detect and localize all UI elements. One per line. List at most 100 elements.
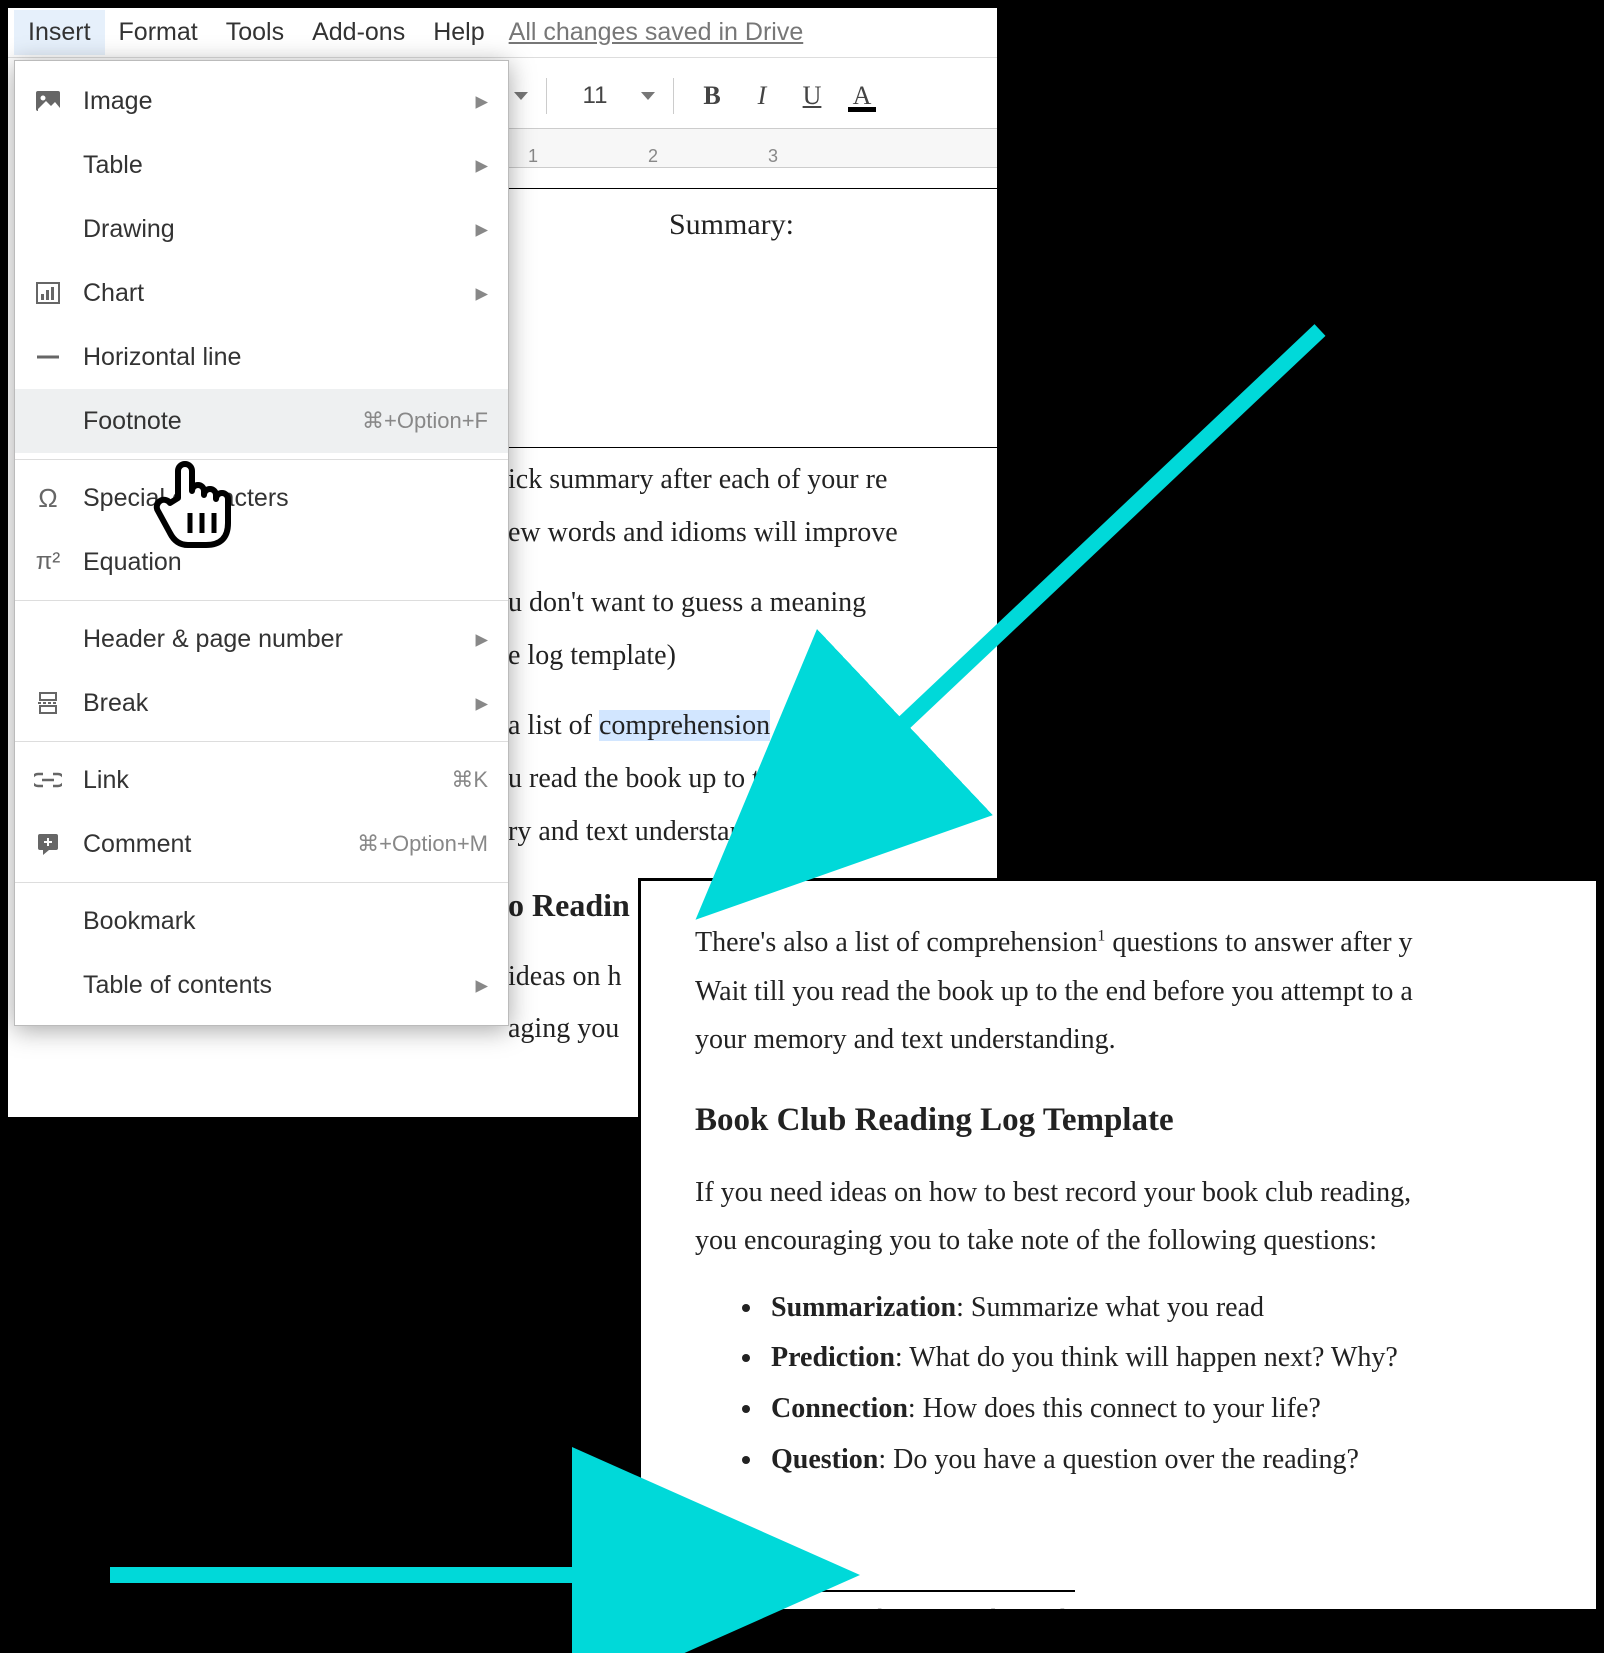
menu-item-label: Bookmark bbox=[83, 907, 488, 936]
doc-heading: Book Club Reading Log Template bbox=[695, 1097, 1596, 1145]
list-item-term: Prediction bbox=[771, 1342, 895, 1373]
menu-tools[interactable]: Tools bbox=[212, 10, 298, 55]
footnote-content: the action or capability of understandin… bbox=[702, 1606, 1209, 1612]
menu-format[interactable]: Format bbox=[105, 10, 212, 55]
ruler-tick: 3 bbox=[768, 146, 778, 167]
comment-icon bbox=[31, 832, 65, 856]
menu-item-label: Horizontal line bbox=[83, 343, 488, 372]
menu-divider bbox=[15, 741, 508, 742]
menu-item-equation[interactable]: π² Equation bbox=[15, 530, 508, 594]
doc-text-fragment: questions to answer after y bbox=[1105, 927, 1412, 958]
menu-help[interactable]: Help bbox=[419, 10, 498, 55]
menu-item-shortcut: ⌘+Option+F bbox=[362, 408, 488, 434]
menu-addons[interactable]: Add-ons bbox=[298, 10, 419, 55]
footnote-text: 1 the action or capability of understand… bbox=[695, 1602, 1596, 1612]
doc-text-fragment: There's also a list of comprehension bbox=[695, 927, 1097, 958]
menu-divider bbox=[15, 459, 508, 460]
menu-item-label: Break bbox=[83, 689, 457, 718]
annotation-arrow-2 bbox=[100, 1545, 660, 1610]
bullet-list: Summarization: Summarize what you read P… bbox=[765, 1288, 1596, 1480]
font-family-dropdown-caret[interactable] bbox=[514, 92, 528, 100]
menu-item-label: Special characters bbox=[83, 484, 488, 513]
list-item-text: : What do you think will happen next? Wh… bbox=[895, 1342, 1398, 1373]
save-status: All changes saved in Drive bbox=[509, 18, 804, 47]
menu-item-drawing[interactable]: Drawing ▸ bbox=[15, 197, 508, 261]
page-break-icon bbox=[31, 691, 65, 715]
underline-button[interactable]: U bbox=[792, 76, 832, 116]
bold-button[interactable]: B bbox=[692, 76, 732, 116]
submenu-arrow-icon: ▸ bbox=[475, 688, 488, 718]
font-size-value[interactable]: 11 bbox=[565, 82, 625, 110]
toolbar-separator bbox=[673, 78, 674, 114]
pi-icon: π² bbox=[31, 548, 65, 576]
highlighted-word[interactable]: comprehension bbox=[599, 710, 770, 741]
omega-icon: Ω bbox=[31, 483, 65, 514]
toolbar: 11 B I U A bbox=[508, 66, 882, 126]
menu-item-link[interactable]: Link ⌘K bbox=[15, 748, 508, 812]
menu-divider bbox=[15, 600, 508, 601]
menubar: Insert Format Tools Add-ons Help All cha… bbox=[8, 8, 997, 58]
doc-text: your memory and text understanding. bbox=[695, 1020, 1596, 1061]
list-item-text: : Do you have a question over the readin… bbox=[878, 1444, 1359, 1475]
doc-text: you encouraging you to take note of the … bbox=[695, 1221, 1596, 1262]
menu-item-special-characters[interactable]: Ω Special characters bbox=[15, 466, 508, 530]
annotation-arrow-1 bbox=[820, 310, 1340, 795]
panel-result-screenshot: There's also a list of comprehension 1 qu… bbox=[638, 878, 1599, 1612]
doc-text: There's also a list of comprehension1 qu… bbox=[695, 923, 1596, 964]
menu-item-comment[interactable]: Comment ⌘+Option+M bbox=[15, 812, 508, 876]
submenu-arrow-icon: ▸ bbox=[475, 86, 488, 116]
menu-item-label: Table bbox=[83, 151, 457, 180]
menu-item-horizontal-line[interactable]: Horizontal line bbox=[15, 325, 508, 389]
footnote-rule bbox=[695, 1590, 1075, 1592]
menu-item-label: Chart bbox=[83, 279, 457, 308]
chart-icon bbox=[31, 282, 65, 304]
summary-label: Summary: bbox=[669, 208, 794, 241]
menu-item-table-of-contents[interactable]: Table of contents ▸ bbox=[15, 953, 508, 1017]
menu-item-footnote[interactable]: Footnote ⌘+Option+F bbox=[15, 389, 508, 453]
menu-item-label: Comment bbox=[83, 830, 339, 859]
doc-text: If you need ideas on how to best record … bbox=[695, 1173, 1596, 1214]
menu-item-label: Footnote bbox=[83, 407, 344, 436]
submenu-arrow-icon: ▸ bbox=[475, 150, 488, 180]
list-item: Summarization: Summarize what you read bbox=[765, 1288, 1596, 1329]
menu-insert[interactable]: Insert bbox=[14, 10, 105, 55]
list-item-term: Connection bbox=[771, 1393, 908, 1424]
list-item-term: Summarization bbox=[771, 1292, 956, 1323]
insert-menu-dropdown: Image ▸ Table ▸ Drawing ▸ Chart ▸ Horizo… bbox=[14, 60, 509, 1026]
menu-item-header-page-number[interactable]: Header & page number ▸ bbox=[15, 607, 508, 671]
menu-item-image[interactable]: Image ▸ bbox=[15, 69, 508, 133]
cursor-hand-icon bbox=[148, 453, 238, 558]
doc-text: ry and text understanding. bbox=[508, 812, 997, 853]
menu-item-label: Image bbox=[83, 87, 457, 116]
submenu-arrow-icon: ▸ bbox=[475, 970, 488, 1000]
toolbar-separator bbox=[546, 78, 547, 114]
image-icon bbox=[31, 90, 65, 112]
menu-item-label: Header & page number bbox=[83, 625, 457, 654]
menu-item-label: Drawing bbox=[83, 215, 457, 244]
submenu-arrow-icon: ▸ bbox=[475, 278, 488, 308]
submenu-arrow-icon: ▸ bbox=[475, 214, 488, 244]
menu-item-bookmark[interactable]: Bookmark bbox=[15, 889, 508, 953]
italic-button[interactable]: I bbox=[742, 76, 782, 116]
ruler: 1 2 3 bbox=[508, 128, 997, 168]
menu-item-label: Equation bbox=[83, 548, 488, 577]
menu-item-break[interactable]: Break ▸ bbox=[15, 671, 508, 735]
doc-text: Wait till you read the book up to the en… bbox=[695, 972, 1596, 1013]
menu-item-table[interactable]: Table ▸ bbox=[15, 133, 508, 197]
list-item-text: : How does this connect to your life? bbox=[908, 1393, 1321, 1424]
submenu-arrow-icon: ▸ bbox=[475, 624, 488, 654]
list-item-text: : Summarize what you read bbox=[956, 1292, 1264, 1323]
menu-item-label: Link bbox=[83, 766, 433, 795]
menu-divider bbox=[15, 882, 508, 883]
text-color-button[interactable]: A bbox=[842, 76, 882, 116]
menu-item-shortcut: ⌘K bbox=[451, 767, 488, 793]
list-item: Prediction: What do you think will happe… bbox=[765, 1338, 1596, 1379]
list-item: Question: Do you have a question over th… bbox=[765, 1440, 1596, 1481]
footnote-number: 1 bbox=[695, 1606, 702, 1612]
list-item: Connection: How does this connect to you… bbox=[765, 1389, 1596, 1430]
menu-item-chart[interactable]: Chart ▸ bbox=[15, 261, 508, 325]
font-size-dropdown-caret[interactable] bbox=[641, 92, 655, 100]
list-item-term: Question bbox=[771, 1444, 878, 1475]
doc-text-fragment: a list of bbox=[508, 710, 599, 741]
link-icon bbox=[31, 772, 65, 788]
